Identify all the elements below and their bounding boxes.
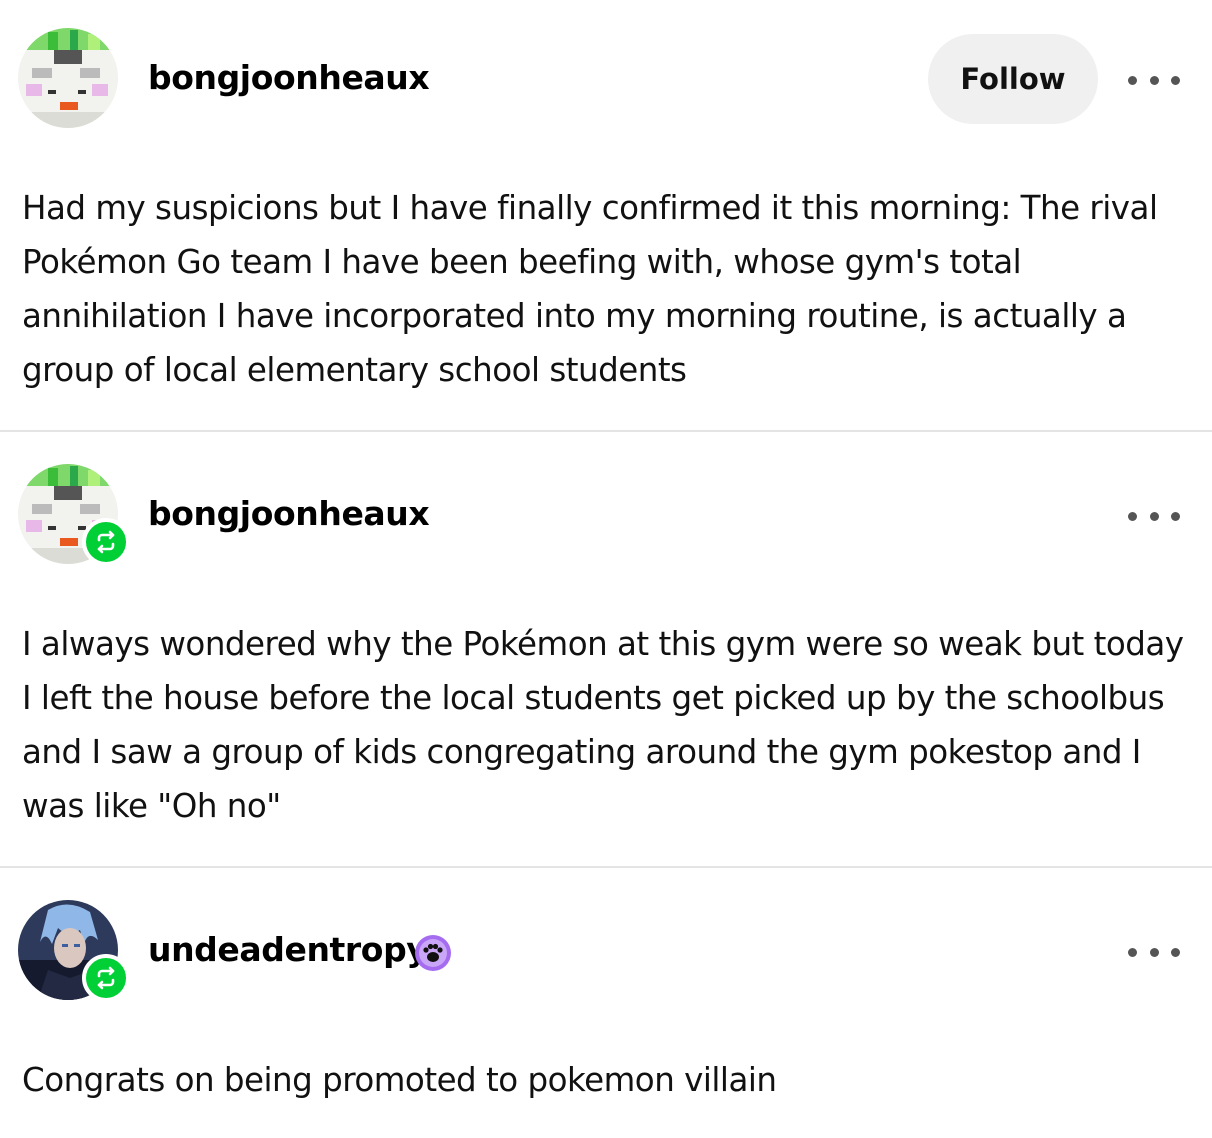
post-2: bongjoonheaux I always wondered why the … <box>0 432 1212 866</box>
username[interactable]: undeadentropy <box>148 930 428 969</box>
more-options-icon[interactable] <box>1128 70 1180 90</box>
reblog-icon <box>82 518 130 566</box>
post-body: Had my suspicions but I have finally con… <box>22 189 1158 389</box>
post-body: Congrats on being promoted to pokemon vi… <box>22 1061 777 1099</box>
paw-badge-icon[interactable] <box>414 934 452 972</box>
more-options-icon[interactable] <box>1128 506 1180 526</box>
reblog-icon <box>82 954 130 1002</box>
more-options-icon[interactable] <box>1128 942 1180 962</box>
avatar[interactable] <box>18 28 118 128</box>
username[interactable]: bongjoonheaux <box>148 58 430 97</box>
post-1: bongjoonheaux Follow Had my suspicions b… <box>0 0 1212 430</box>
username[interactable]: bongjoonheaux <box>148 494 430 533</box>
post-3: undeadentropy Congrats on being promoted… <box>0 868 1212 1138</box>
follow-button[interactable]: Follow <box>928 34 1098 124</box>
post-body: I always wondered why the Pokémon at thi… <box>22 625 1184 825</box>
